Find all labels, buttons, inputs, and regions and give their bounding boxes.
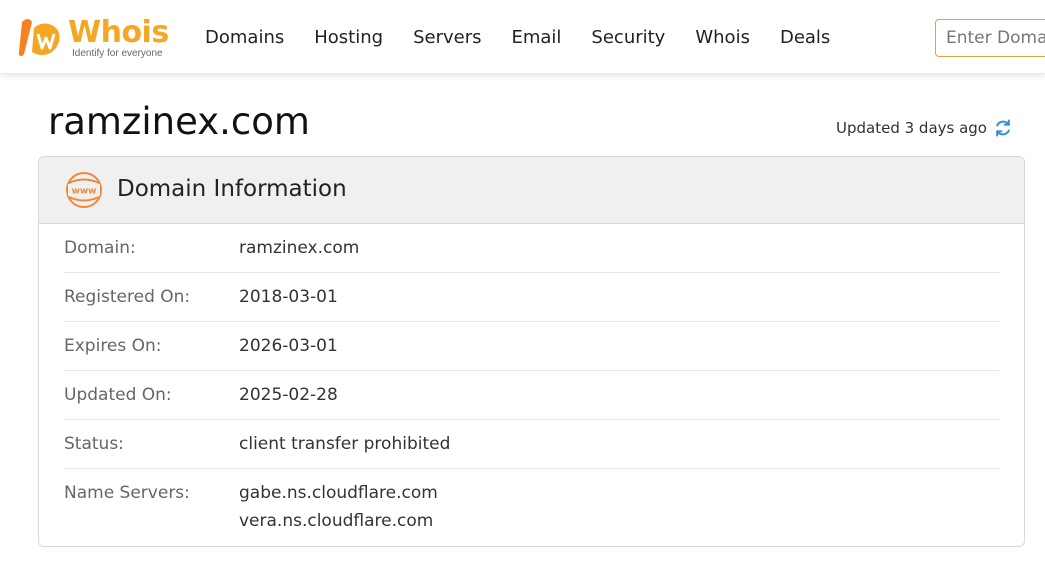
row-value: 2018-03-01 [239,287,338,307]
domain-info-card: www Domain Information Domain: ramzinex.… [38,156,1025,547]
row-value: client transfer prohibited [239,434,451,454]
name-server: vera.ns.cloudflare.com [239,511,434,531]
row-label: Registered On: [64,287,191,307]
row-label: Updated On: [64,385,172,405]
info-row-domain: Domain: ramzinex.com [64,224,999,273]
card-title: Domain Information [117,176,347,202]
updated-status: Updated 3 days ago [836,118,1013,138]
nav-whois[interactable]: Whois [695,26,750,50]
site-header: Whois Identify for everyone Domains Host… [0,0,1045,74]
updated-text: Updated 3 days ago [836,119,987,137]
row-value: 2026-03-01 [239,336,338,356]
logo-tagline: Identify for everyone [72,48,163,59]
domain-info-rows: Domain: ramzinex.com Registered On: 2018… [39,224,1024,546]
name-server: gabe.ns.cloudflare.com [239,483,438,503]
card-header: www Domain Information [39,157,1024,224]
nav-email[interactable]: Email [511,26,561,50]
info-row-registered: Registered On: 2018-03-01 [64,273,999,322]
nav-servers[interactable]: Servers [413,26,481,50]
main-nav: Domains Hosting Servers Email Security W… [205,26,860,50]
row-value: ramzinex.com [239,238,360,258]
info-row-updated: Updated On: 2025-02-28 [64,371,999,420]
row-label: Domain: [64,238,136,258]
info-row-name-servers: Name Servers: gabe.ns.cloudflare.com ver… [64,469,999,546]
row-label: Status: [64,434,124,454]
nav-hosting[interactable]: Hosting [314,26,383,50]
info-row-status: Status: client transfer prohibited [64,420,999,469]
domain-search-input[interactable] [935,19,1045,57]
refresh-icon[interactable] [993,118,1013,138]
nav-security[interactable]: Security [591,26,665,50]
www-globe-icon: www [66,172,102,208]
page-title: ramzinex.com [48,100,310,143]
logo-wordmark: Whois [68,15,169,50]
nav-domains[interactable]: Domains [205,26,284,50]
row-label: Name Servers: [64,483,190,503]
www-icon-label: www [72,187,97,197]
name-servers-list: gabe.ns.cloudflare.com vera.ns.cloudflar… [239,479,438,535]
nav-deals[interactable]: Deals [780,26,830,50]
row-label: Expires On: [64,336,162,356]
whois-logo-mark-icon [18,19,60,57]
row-value: 2025-02-28 [239,385,338,405]
info-row-expires: Expires On: 2026-03-01 [64,322,999,371]
whois-logo[interactable]: Whois Identify for everyone [16,14,176,62]
